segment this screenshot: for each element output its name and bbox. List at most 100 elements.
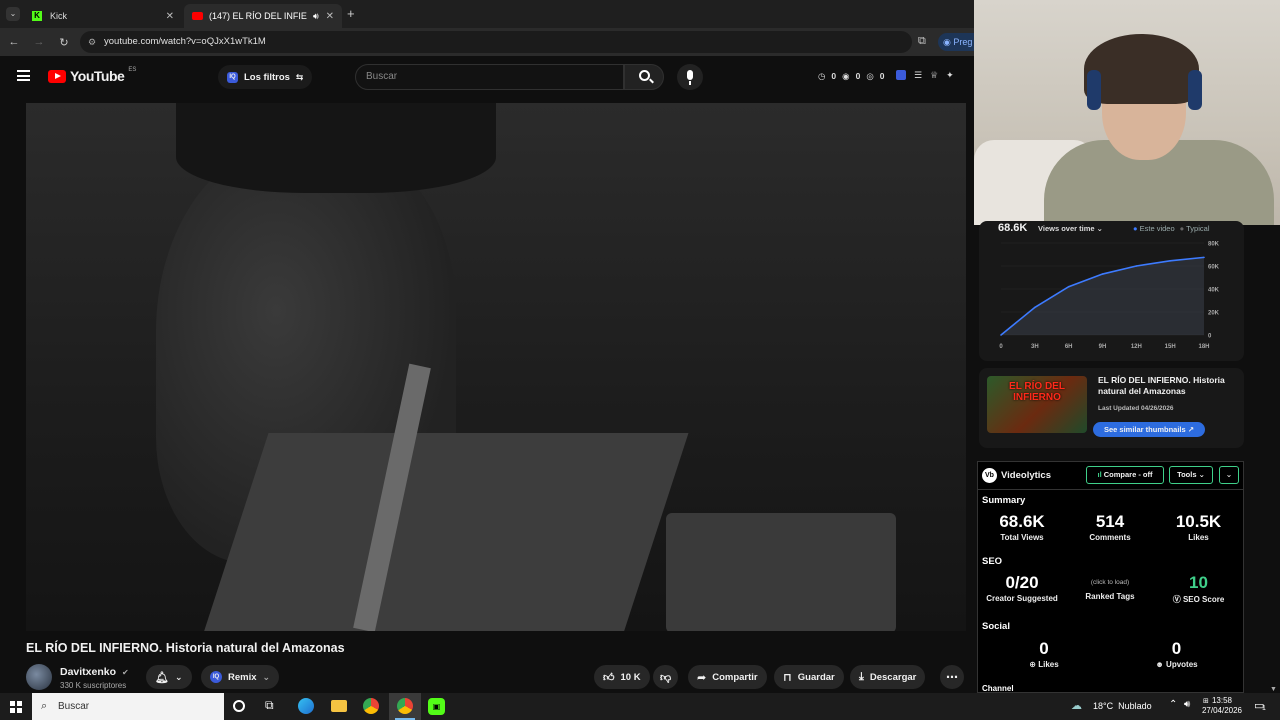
collapse-button[interactable]: ⌄: [1219, 466, 1239, 484]
extension-logo-icon: IQ: [210, 671, 222, 683]
new-tab-button[interactable]: +: [347, 6, 355, 21]
channel-avatar[interactable]: [26, 664, 52, 690]
chevron-down-icon: ⌄: [1198, 470, 1205, 479]
search-button[interactable]: [624, 64, 664, 90]
site-info-icon[interactable]: ⚙: [88, 31, 96, 53]
scrollbar[interactable]: ▼: [1270, 225, 1278, 693]
thumbs-up-icon: 👍︎: [603, 671, 615, 684]
videolytics-brand: Videolytics: [1001, 470, 1051, 481]
videolytics-panel: Vb Videolytics ıl Compare - off Tools ⌄ …: [977, 461, 1244, 693]
channel-name-text: Davitxenko: [60, 666, 117, 678]
x-tick-label: 3H: [1031, 344, 1039, 350]
video-frame-light: [666, 513, 896, 631]
extension-logo-icon[interactable]: [896, 70, 906, 80]
edge-icon[interactable]: [298, 698, 314, 714]
channel-name[interactable]: Davitxenko ✔: [60, 666, 129, 678]
tab-kick[interactable]: K Kick ✕: [24, 4, 182, 28]
clock-icon: ◷: [818, 71, 826, 81]
forward-arrow-icon[interactable]: →: [28, 36, 50, 48]
creator-suggested: 0/20 Creator Suggested: [978, 573, 1066, 605]
filters-label: Los filtros: [244, 71, 290, 83]
chrome-active-app[interactable]: [389, 693, 421, 720]
download-button[interactable]: ⤓ Descargar: [850, 665, 926, 689]
ranked-tags[interactable]: (click to load) Ranked Tags: [1066, 573, 1154, 605]
chrome-icon[interactable]: [363, 698, 379, 714]
menu-icon[interactable]: [17, 70, 30, 81]
task-view-icon[interactable]: ⧉: [265, 698, 274, 713]
screen-cast-icon[interactable]: ⧉: [918, 35, 926, 48]
dislike-button[interactable]: 👎︎: [653, 665, 679, 689]
more-actions-button[interactable]: ⋯: [940, 665, 964, 689]
chart-legend: ● Este video ● Typical: [1133, 224, 1209, 233]
similar-thumbnails-button[interactable]: See similar thumbnails ↗: [1093, 422, 1205, 437]
stat-value: 0: [1039, 639, 1049, 658]
scroll-down-arrow-icon[interactable]: ▼: [1270, 686, 1277, 693]
file-explorer-icon[interactable]: [331, 700, 347, 712]
like-count: 10 K: [620, 671, 641, 683]
tab-list-button[interactable]: ⌄: [6, 7, 20, 21]
views-line-chart: 80K 60K 40K 20K 0 0 3H 6H 9H 12H 15H 18H: [999, 242, 1220, 351]
notifications-button[interactable]: 🔔︎ ⌄: [146, 665, 192, 689]
video-thumbnail[interactable]: EL RÍO DEL INFIERNO: [987, 376, 1087, 433]
stat-label: Likes: [1188, 533, 1209, 542]
kick-app-icon[interactable]: ▣: [428, 698, 445, 715]
ranked-hint: (click to load): [1090, 579, 1130, 586]
extension-label: Preg: [953, 37, 973, 47]
taskbar-search[interactable]: ⌕ Buscar: [32, 693, 224, 720]
video-player[interactable]: [26, 103, 966, 631]
extension-button[interactable]: ◉ Preg: [938, 33, 978, 51]
y-tick-label: 60K: [1208, 265, 1220, 271]
thumbs-down-icon: 👎︎: [660, 671, 672, 684]
seo-score: 10 Ⓥ SEO Score: [1154, 573, 1243, 605]
stat-label-text: Upvotes: [1166, 660, 1198, 669]
share-label: Compartir: [712, 671, 758, 683]
chevron-down-icon: ⌄: [1225, 470, 1233, 479]
volume-icon[interactable]: 🔊︎: [1184, 699, 1190, 710]
seo-heading: SEO: [982, 556, 1003, 567]
remix-button[interactable]: IQ Remix ⌄: [201, 665, 280, 689]
social-stats: 0 ⊕ Likes 0 ☻ Upvotes: [978, 639, 1243, 669]
videolytics-header: Vb Videolytics ıl Compare - off Tools ⌄ …: [978, 462, 1243, 490]
cortana-icon[interactable]: [233, 700, 245, 712]
seo-stats: 0/20 Creator Suggested (click to load) Ran…: [978, 573, 1243, 605]
stat-likes: 10.5K Likes: [1154, 512, 1243, 542]
trophy-icon[interactable]: ♕: [930, 70, 938, 81]
eye-off-icon: ◎: [866, 71, 874, 81]
weather-text[interactable]: 18°C Nublado: [1093, 701, 1152, 711]
share-button[interactable]: ➦ Compartir: [688, 665, 767, 689]
webcam-person-hair: [1084, 34, 1199, 104]
back-arrow-icon[interactable]: ←: [3, 36, 25, 48]
legend-label: Typical: [1186, 224, 1210, 233]
bell-icon: 🔔︎: [155, 671, 169, 684]
tray-chevron-icon[interactable]: ⌃: [1169, 699, 1177, 710]
header-actions: ☰ ♕ ✦: [896, 70, 954, 81]
extension-logo-icon: IQ: [227, 71, 238, 83]
close-tab-icon[interactable]: ✕: [166, 11, 174, 22]
clock[interactable]: 13:58 27/04/2026: [1200, 696, 1244, 716]
metric-selector[interactable]: Views over time ⌄: [1038, 224, 1103, 233]
windows-start-icon[interactable]: [10, 701, 22, 713]
like-button[interactable]: 👍︎ 10 K: [594, 665, 650, 689]
data-point: [1135, 265, 1138, 267]
x-tick-label: 18H: [1198, 344, 1209, 350]
sparkle-icon[interactable]: ✦: [946, 70, 954, 81]
filter-sliders-icon: ⇆: [295, 71, 304, 82]
compare-toggle[interactable]: ıl Compare - off: [1086, 466, 1164, 484]
voice-search-button[interactable]: [677, 64, 703, 90]
download-icon: ⤓: [859, 670, 864, 683]
save-button[interactable]: ⊓ Guardar: [774, 665, 844, 689]
youtube-logo[interactable]: YouTube ES: [48, 67, 136, 84]
search-input[interactable]: Buscar: [355, 64, 624, 90]
filters-button[interactable]: IQ Los filtros ⇆: [218, 65, 313, 89]
video-frame-light: [203, 433, 689, 631]
stat-value: 10.5K: [1175, 512, 1222, 531]
notification-count: 1: [1262, 705, 1266, 712]
tools-dropdown[interactable]: Tools ⌄: [1169, 466, 1213, 484]
videolytics-logo-icon: Vb: [982, 468, 997, 483]
taskbar-search-placeholder: Buscar: [58, 701, 90, 712]
close-tab-icon[interactable]: ✕: [326, 11, 334, 22]
reload-icon[interactable]: ↻: [53, 36, 75, 49]
address-bar[interactable]: ⚙ youtube.com/watch?v=oQJxX1wTk1M: [80, 31, 912, 53]
queue-icon[interactable]: ☰: [914, 70, 922, 81]
tab-youtube[interactable]: (147) EL RÍO DEL INFIERNO 🔊︎ ✕: [184, 4, 342, 28]
